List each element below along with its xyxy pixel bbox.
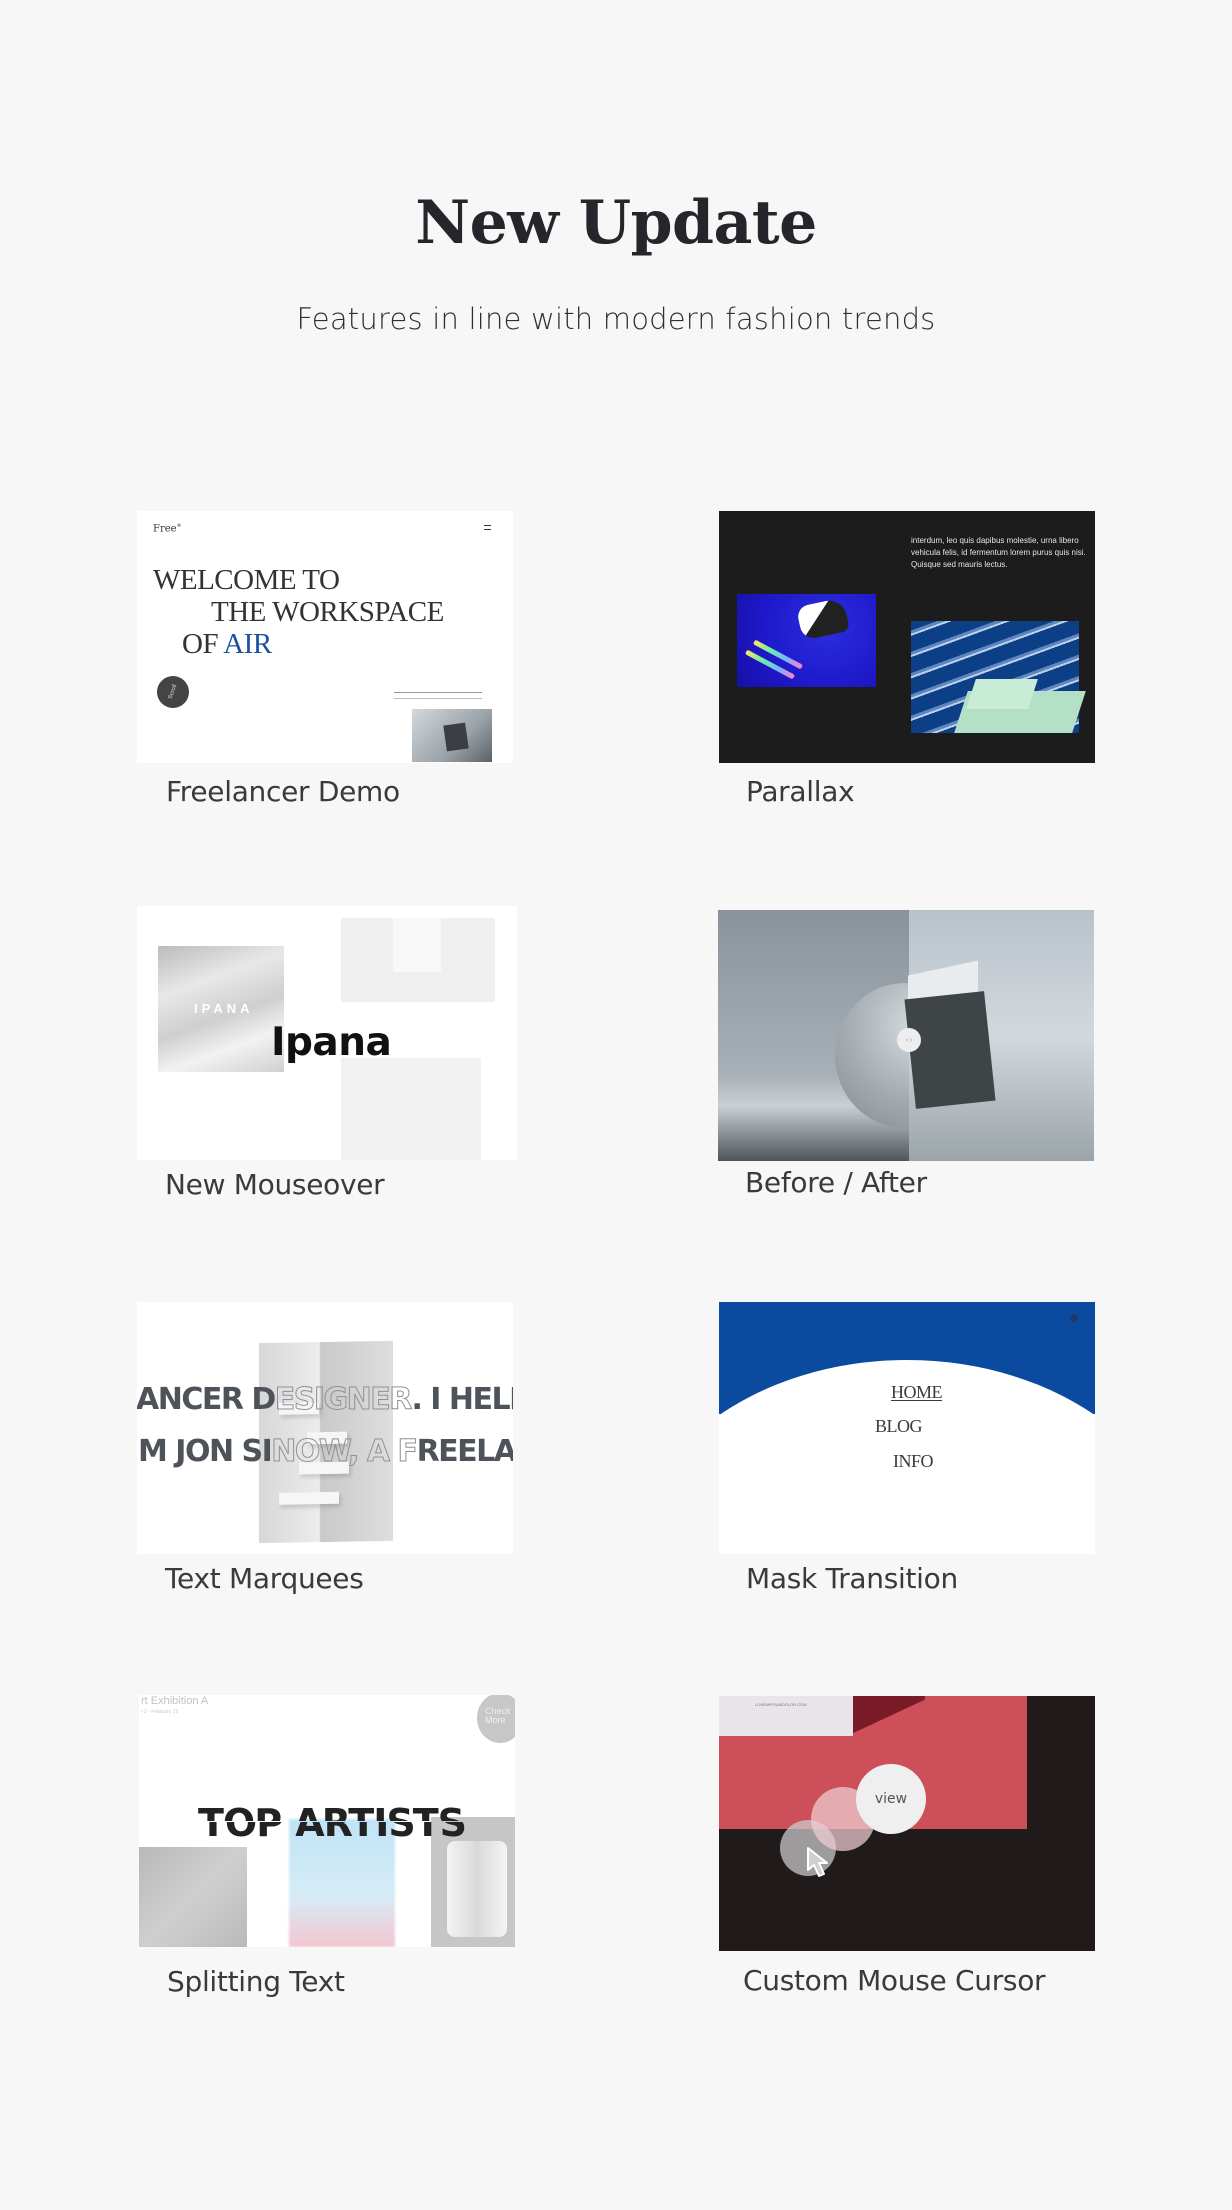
card-label[interactable]: Mask Transition xyxy=(746,1562,958,1595)
card-label[interactable]: New Mouseover xyxy=(165,1168,385,1201)
check-more-button[interactable]: Check More xyxy=(477,1695,515,1743)
custom-cursor-preview[interactable]: LOREMIPSUMDOLOR.COM view xyxy=(719,1696,1095,1951)
demo-card-parallax[interactable]: interdum, leo quis dapibus molestie, urn… xyxy=(719,511,1097,821)
vr-headset-photo xyxy=(737,594,876,687)
ipana-photo-text: IPANA xyxy=(194,1001,254,1016)
card-label[interactable]: Splitting Text xyxy=(167,1965,345,1998)
comparison-slider-handle[interactable]: ‹ › xyxy=(897,1028,921,1052)
menu-item-home[interactable]: HOME xyxy=(891,1382,943,1403)
cube-shape xyxy=(904,991,996,1109)
marquee-line-1: ANCER DESIGNER. I HELP B xyxy=(137,1382,513,1418)
mouseover-preview[interactable]: IPANA Ipana xyxy=(137,906,517,1160)
page-subtitle: Features in line with modern fashion tre… xyxy=(296,302,936,336)
page-title: New Update xyxy=(415,188,817,258)
mouse-pointer-icon xyxy=(807,1847,828,1877)
demo-card-before-after[interactable]: ‹ › Before / After xyxy=(718,910,1096,1216)
headline-accent: AIR xyxy=(223,628,272,660)
demo-card-mask-transition[interactable]: HOME BLOG INFO Mask Transition xyxy=(719,1302,1097,1612)
hover-title: Ipana xyxy=(271,1020,392,1065)
artwork-image-1 xyxy=(139,1847,247,1947)
preview-headline-line-3: OF AIR xyxy=(182,628,272,660)
card-label[interactable]: Text Marquees xyxy=(165,1562,364,1595)
preview-body-text: interdum, leo quis dapibus molestie, urn… xyxy=(911,536,1086,569)
demo-card-splitting-text[interactable]: rt Exhibition A r 2 - February 15 Check … xyxy=(139,1695,517,2011)
hamburger-icon xyxy=(484,525,491,530)
before-after-preview[interactable]: ‹ › xyxy=(718,910,1094,1161)
demo-card-custom-mouse-cursor[interactable]: LOREMIPSUMDOLOR.COM view Custom Mouse Cu… xyxy=(719,1696,1097,2012)
split-headline-bottom: TOP ARTISTS xyxy=(200,1822,466,1842)
card-label[interactable]: Before / After xyxy=(745,1166,927,1199)
card-label[interactable]: Custom Mouse Cursor xyxy=(743,1964,1046,1997)
event-title: rt Exhibition A xyxy=(141,1695,209,1707)
preview-headline-line-2: THE WORKSPACE xyxy=(211,596,444,628)
ipana-photo: IPANA xyxy=(158,946,284,1072)
preview-logo: Free® xyxy=(153,523,182,535)
demo-card-new-mouseover[interactable]: IPANA Ipana New Mouseover xyxy=(137,906,517,1216)
cube-photo xyxy=(412,709,492,762)
marquee-line-2: M JON SINOW, A FREELANC xyxy=(138,1434,513,1470)
ghost-image-top xyxy=(341,918,495,1002)
parallax-preview[interactable]: interdum, leo quis dapibus molestie, urn… xyxy=(719,511,1095,763)
close-dot-icon[interactable] xyxy=(1070,1314,1078,1322)
ghost-image-bottom xyxy=(341,1058,481,1160)
marquees-preview[interactable]: ANCER DESIGNER. I HELP B M JON SINOW, A … xyxy=(137,1302,513,1554)
foam-photo xyxy=(911,621,1086,733)
split-headline-top: TOP ARTISTS xyxy=(198,1801,464,1821)
card-label[interactable]: Freelancer Demo xyxy=(166,775,400,808)
freelancer-preview[interactable]: Free® WELCOME TO THE WORKSPACE OF AIR Sc… xyxy=(137,511,513,763)
demo-card-freelancer[interactable]: Free® WELCOME TO THE WORKSPACE OF AIR Sc… xyxy=(137,511,515,821)
demo-card-text-marquees[interactable]: ANCER DESIGNER. I HELP B M JON SINOW, A … xyxy=(137,1302,515,1612)
shadow-shape xyxy=(853,1696,925,1736)
splitting-text-preview[interactable]: rt Exhibition A r 2 - February 15 Check … xyxy=(139,1695,515,1947)
arrows-horizontal-icon: ‹ › xyxy=(905,1036,913,1044)
paper-card: LOREMIPSUMDOLOR.COM xyxy=(719,1696,853,1736)
cursor-view-bubble: view xyxy=(856,1764,926,1834)
menu-item-info[interactable]: INFO xyxy=(893,1451,934,1472)
scroll-badge: Scroll xyxy=(152,671,194,713)
card-label[interactable]: Parallax xyxy=(746,775,855,808)
paper-text: LOREMIPSUMDOLOR.COM xyxy=(755,1702,807,1707)
preview-caption xyxy=(394,692,482,699)
event-dates: r 2 - February 15 xyxy=(141,1709,179,1715)
mask-transition-preview[interactable]: HOME BLOG INFO xyxy=(719,1302,1095,1554)
menu-item-blog[interactable]: BLOG xyxy=(875,1416,923,1437)
cursor-label: view xyxy=(874,1791,908,1807)
preview-headline-line-1: WELCOME TO xyxy=(153,564,340,596)
